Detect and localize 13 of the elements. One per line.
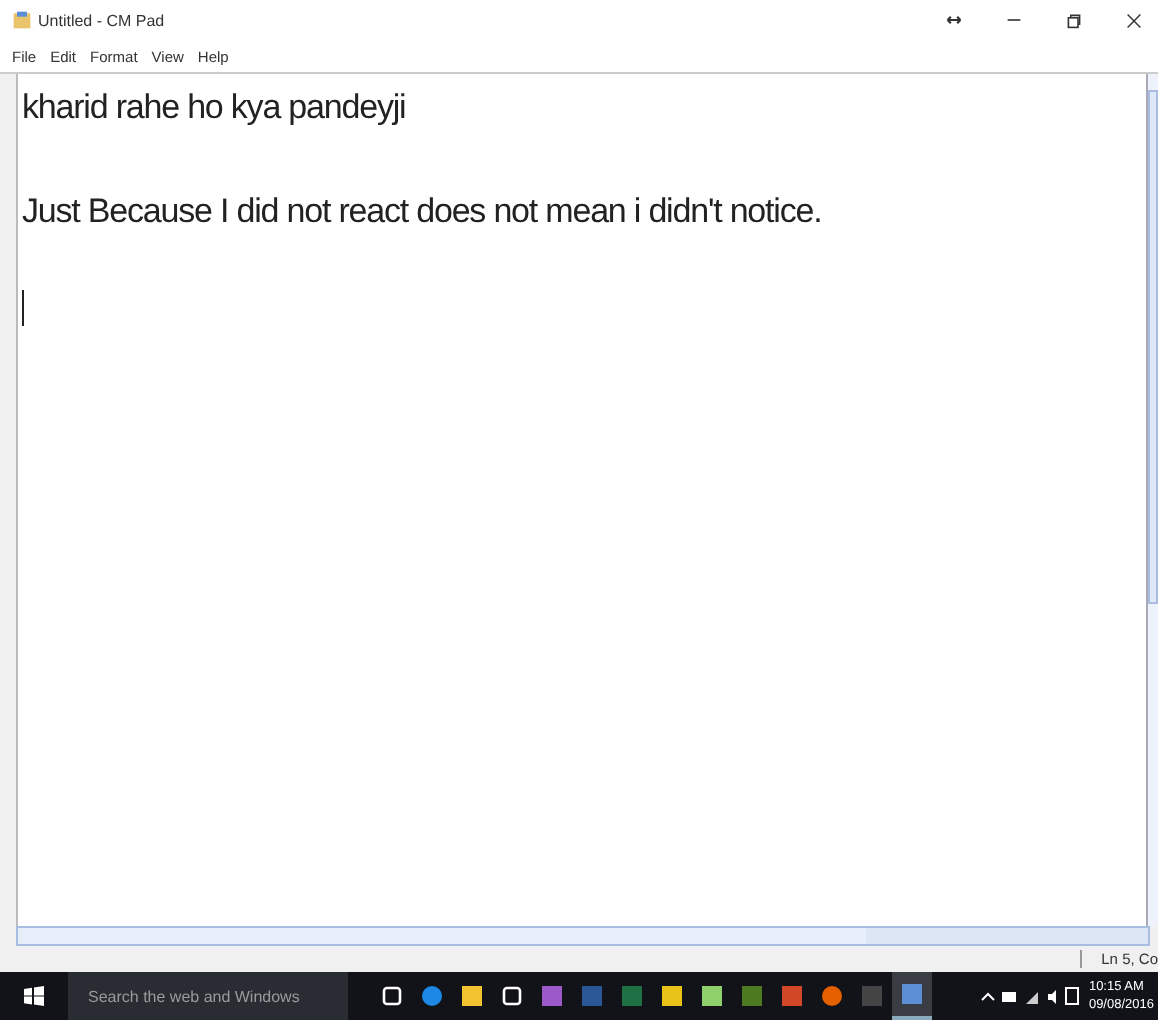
start-icon[interactable] <box>24 986 44 1006</box>
text-line: kharid rahe ho kya pandeyji <box>22 86 408 130</box>
close-icon[interactable] <box>1126 11 1142 29</box>
window-title: Untitled - CM Pad <box>38 11 165 29</box>
task-view-icon <box>380 984 404 1008</box>
restore-icon[interactable] <box>1066 11 1082 29</box>
horizontal-scrollbar[interactable] <box>16 926 1150 946</box>
vertical-scrollbar[interactable] <box>1146 74 1158 926</box>
text-line: Just Because I did not react does not mean i didn't notice. <box>22 190 824 234</box>
resize-icon[interactable] <box>946 12 962 28</box>
search-field[interactable]: Search the web and Windows <box>68 972 348 1020</box>
tray-icons[interactable] <box>980 986 1081 1006</box>
app-icon <box>12 10 32 30</box>
